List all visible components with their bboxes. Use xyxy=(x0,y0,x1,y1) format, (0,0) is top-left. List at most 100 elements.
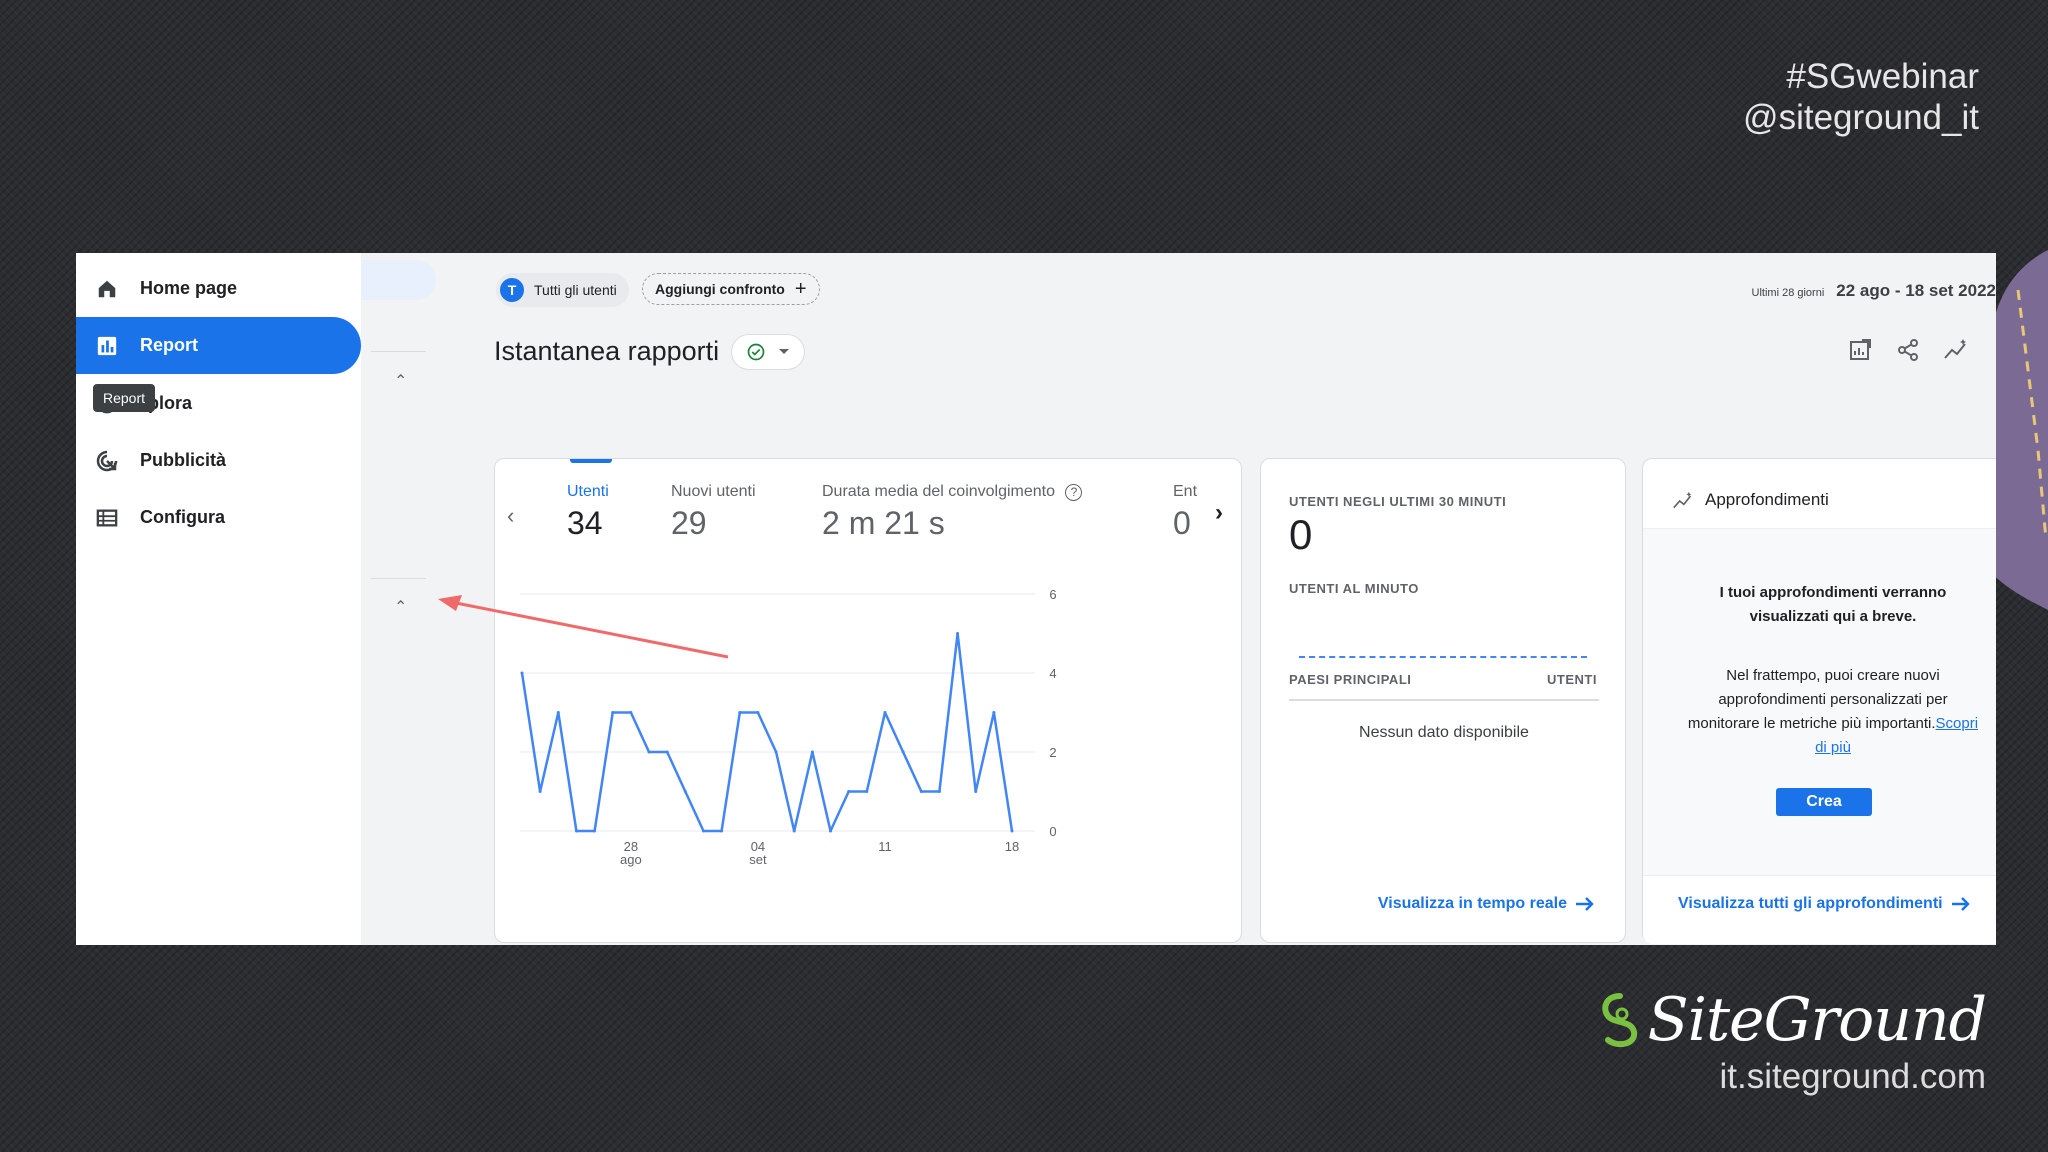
caret-down-icon xyxy=(779,349,789,354)
create-button[interactable]: Crea xyxy=(1776,788,1872,816)
metrics-chart-card: ‹ Utenti 34 Nuovi utenti 29 Durata media… xyxy=(494,458,1242,943)
siteground-brand: SiteGround it.siteground.com xyxy=(1598,985,1987,1097)
sidebar: Home page Report plora Pubblicità Config… xyxy=(76,253,361,945)
realtime-heading: UTENTI NEGLI ULTIMI 30 MINUTI xyxy=(1289,494,1507,509)
users-filter-chip[interactable]: T Tutti gli utenti xyxy=(496,273,629,307)
home-icon xyxy=(94,276,120,302)
decorative-shape xyxy=(1988,250,2048,610)
y-tick-label: 6 xyxy=(1049,587,1056,602)
data-point xyxy=(1010,829,1014,833)
date-range-value: 22 ago - 18 set 2022 xyxy=(1836,281,1996,300)
nav-label-advertising: Pubblicità xyxy=(140,450,227,470)
data-point xyxy=(593,829,597,833)
x-tick-sublabel: ago xyxy=(620,852,642,867)
x-tick-sublabel: set xyxy=(749,852,767,867)
nav-item-configure[interactable]: Configura xyxy=(76,489,361,546)
data-point xyxy=(611,711,615,714)
divider xyxy=(371,351,426,352)
data-point xyxy=(810,750,814,754)
page-title: Istantanea rapporti xyxy=(494,336,720,366)
insights-body-text: Nel frattempo, puoi creare nuovi approfo… xyxy=(1687,667,1948,732)
per-minute-sparkline xyxy=(1299,656,1587,658)
nav-item-advertising[interactable]: Pubblicità xyxy=(76,432,361,489)
insights-title: Approfondimenti xyxy=(1705,490,1829,509)
date-range-label: Ultimi 28 giorni xyxy=(1751,287,1825,299)
divider xyxy=(1289,699,1599,701)
insights-card: Approfondimenti I tuoi approfondimenti v… xyxy=(1642,458,1996,944)
date-range-picker[interactable]: Ultimi 28 giorni 22 ago - 18 set 2022 xyxy=(1752,281,1996,301)
report-tools xyxy=(1847,337,1969,363)
add-comparison-button[interactable]: Aggiungi confronto + xyxy=(642,273,820,305)
insights-icon[interactable] xyxy=(1943,337,1969,363)
nav-label-home: Home page xyxy=(140,278,238,298)
nav-item-report[interactable]: Report xyxy=(76,317,361,374)
users-line-chart: 024628ago04set11 18 xyxy=(520,587,1057,867)
data-point xyxy=(974,790,978,793)
nav-item-home[interactable]: Home page xyxy=(76,260,361,317)
view-all-insights-link[interactable]: Visualizza tutti gli approfondimenti xyxy=(1678,895,1971,913)
tooltip: Report xyxy=(93,384,156,412)
share-icon[interactable] xyxy=(1895,337,1921,363)
data-point xyxy=(865,790,869,793)
data-point xyxy=(901,750,905,754)
realtime-value: 0 xyxy=(1289,511,1313,558)
arrow-right-icon xyxy=(1576,897,1594,911)
countries-column-header: PAESI PRINCIPALI xyxy=(1289,672,1412,687)
plus-icon: + xyxy=(794,277,807,300)
view-realtime-link[interactable]: Visualizza in tempo reale xyxy=(1378,895,1595,913)
per-minute-heading: UTENTI AL MINUTO xyxy=(1289,581,1419,596)
data-point xyxy=(683,790,687,793)
insights-icon xyxy=(1673,491,1692,509)
data-point xyxy=(992,711,996,714)
data-point xyxy=(720,829,724,833)
compare-label: Aggiungi confronto xyxy=(655,281,785,297)
data-point xyxy=(738,711,742,714)
siteground-logo-icon xyxy=(1602,993,1637,1048)
users-column-header: UTENTI xyxy=(1547,672,1597,687)
status-dropdown[interactable] xyxy=(731,334,805,370)
link-label: Visualizza in tempo reale xyxy=(1377,895,1567,912)
data-point xyxy=(829,829,833,833)
realtime-card: UTENTI NEGLI ULTIMI 30 MINUTI 0 UTENTI A… xyxy=(1260,458,1626,943)
check-circle-icon xyxy=(747,343,765,361)
x-tick-label: 18 xyxy=(1005,839,1019,854)
secondary-nav: ⌃ ⌃ xyxy=(361,253,436,945)
handle-text: @siteground_it xyxy=(1743,98,1979,137)
hashtag-text: #SGwebinar xyxy=(1786,57,1979,96)
data-point xyxy=(792,829,796,833)
y-tick-label: 2 xyxy=(1049,745,1056,760)
data-point xyxy=(756,711,760,714)
brand-url: it.siteground.com xyxy=(1719,1057,1986,1096)
link-label: Visualizza tutti gli approfondimenti xyxy=(1678,895,1943,912)
data-point xyxy=(847,790,851,793)
users-avatar: T xyxy=(500,278,524,302)
chevron-up-icon[interactable]: ⌃ xyxy=(394,371,407,391)
data-point xyxy=(956,632,960,635)
insights-message: I tuoi approfondimenti verranno visualiz… xyxy=(1719,584,1947,625)
siteground-logo: SiteGround xyxy=(1598,985,1987,1055)
nav-label-report: Report xyxy=(140,335,198,355)
bar-chart-icon xyxy=(94,333,120,359)
data-point xyxy=(919,790,923,793)
data-point xyxy=(629,711,633,714)
y-tick-label: 0 xyxy=(1049,824,1056,839)
secondary-nav-selected[interactable] xyxy=(361,260,436,300)
annotation-arrow xyxy=(438,595,729,659)
data-point xyxy=(883,711,887,714)
chevron-up-icon[interactable]: ⌃ xyxy=(394,597,407,617)
y-tick-label: 4 xyxy=(1049,666,1056,681)
advertising-icon xyxy=(94,448,120,474)
arrow-right-icon xyxy=(1951,897,1970,911)
data-point xyxy=(701,829,705,833)
nav-label-configure: Configura xyxy=(140,507,225,527)
data-point xyxy=(556,711,560,714)
analytics-screenshot: Home page Report plora Pubblicità Config… xyxy=(76,253,1996,945)
edit-report-icon[interactable] xyxy=(1847,337,1873,363)
brand-name: SiteGround xyxy=(1647,985,1987,1055)
divider xyxy=(371,578,426,579)
data-point xyxy=(774,750,778,754)
data-point xyxy=(538,790,542,793)
insights-body: Nel frattempo, puoi creare nuovi approfo… xyxy=(1683,664,1983,760)
configure-icon xyxy=(94,505,120,531)
x-tick-label: 11 xyxy=(878,839,892,854)
